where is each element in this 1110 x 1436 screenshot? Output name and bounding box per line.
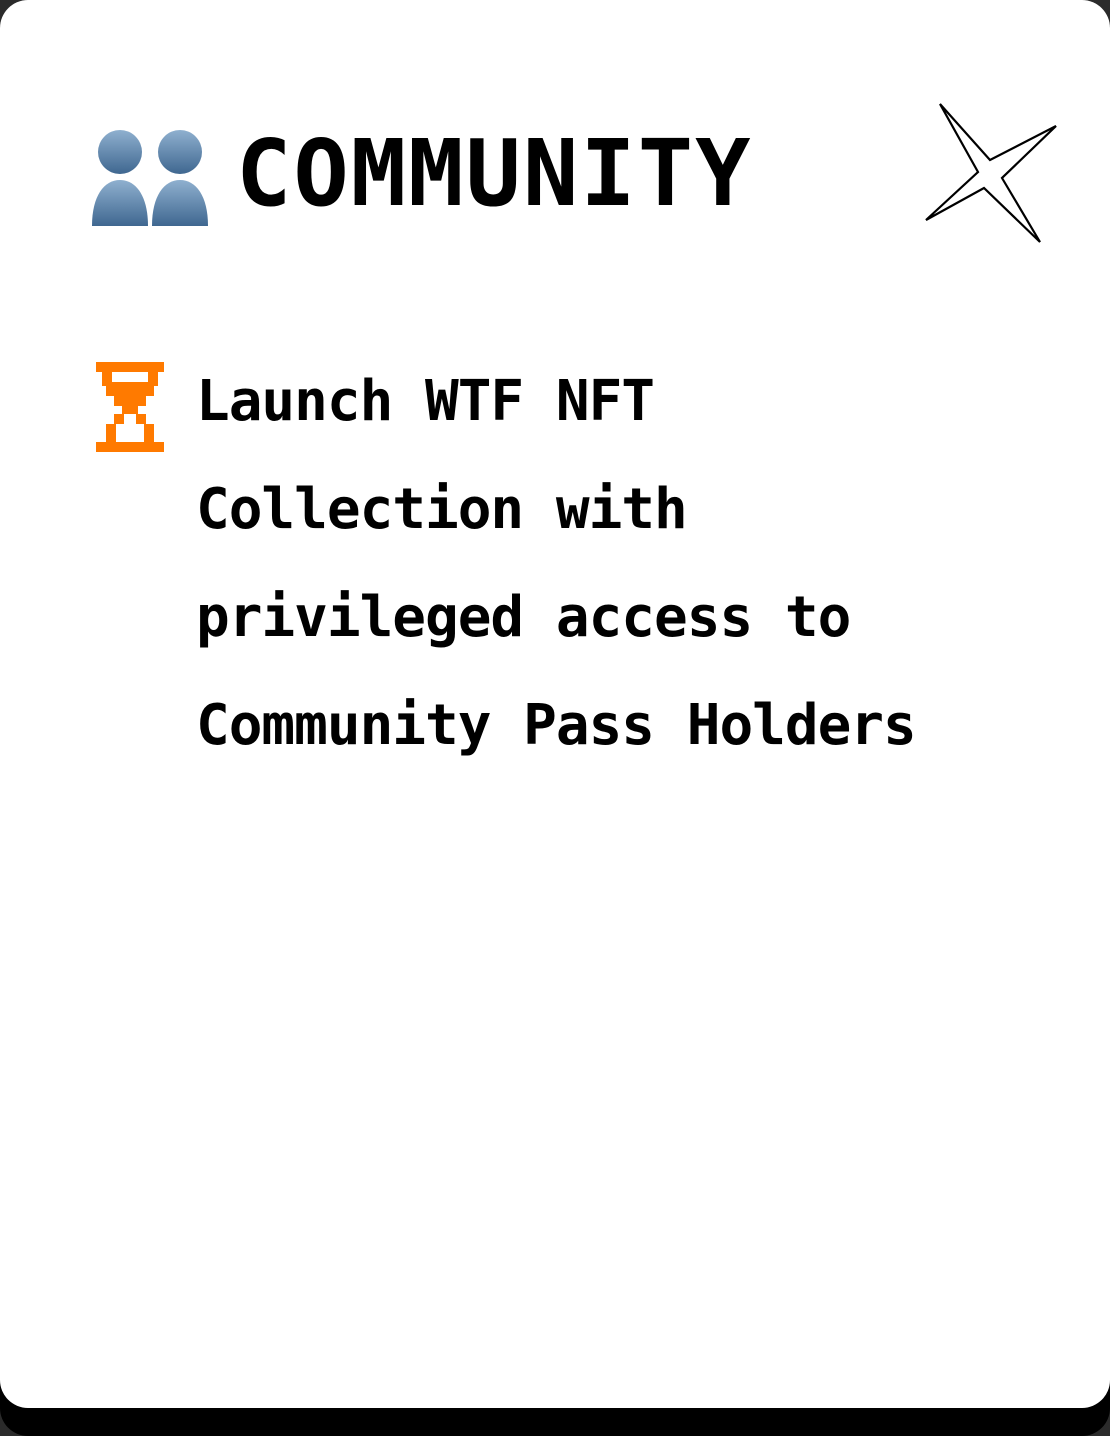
card-header: COMMUNITY [90, 118, 753, 230]
busts-in-silhouette-icon [92, 130, 208, 226]
community-card: COMMUNITY Launch WTF NFT Collection with… [0, 0, 1110, 1408]
roadmap-item-text: Launch WTF NFT Collection with privilege… [196, 369, 917, 758]
section-title: COMMUNITY [236, 120, 753, 227]
roadmap-item: Launch WTF NFT Collection with privilege… [96, 348, 936, 780]
hourglass-icon [96, 362, 164, 452]
four-point-star-icon [925, 103, 1057, 243]
